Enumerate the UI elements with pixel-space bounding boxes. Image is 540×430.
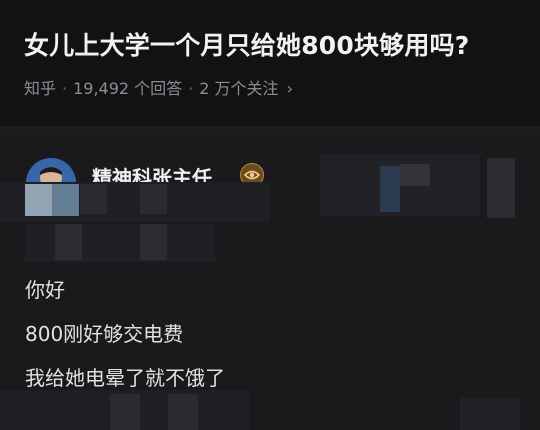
separator-dot: · — [188, 79, 194, 98]
mosaic-block — [400, 164, 430, 186]
follower-count: 2 万个关注 — [199, 79, 279, 98]
mosaic-block — [168, 394, 198, 430]
mosaic-block — [140, 184, 167, 214]
answer-card: 精神科张主任 你好 800刚好够交电费 我给她电晕了就不饿了 — [0, 136, 540, 430]
mosaic-block — [55, 224, 82, 260]
mosaic-block — [52, 184, 79, 216]
mosaic-block — [487, 158, 515, 218]
mosaic-block — [460, 398, 520, 430]
separator-dot: · — [62, 79, 68, 98]
mosaic-block — [140, 224, 167, 260]
mosaic-block — [80, 184, 107, 214]
answer-text-line: 你好 — [25, 278, 65, 302]
mosaic-block — [380, 166, 400, 212]
answer-count: 19,492 个回答 — [73, 79, 183, 98]
question-header: 女儿上大学一个月只给她800块够用吗? 知乎 · 19,492 个回答 · 2 万个关注… — [0, 0, 540, 126]
mosaic-block — [110, 394, 140, 430]
source-label: 知乎 — [24, 79, 57, 98]
answer-text-line: 我给她电晕了就不饿了 — [25, 366, 225, 390]
mosaic-block — [25, 224, 215, 262]
question-title[interactable]: 女儿上大学一个月只给她800块够用吗? — [24, 26, 470, 62]
section-divider — [0, 126, 540, 136]
answer-text-line: 800刚好够交电费 — [25, 322, 184, 346]
chevron-right-icon[interactable]: › — [287, 79, 293, 98]
question-meta[interactable]: 知乎 · 19,492 个回答 · 2 万个关注 › — [24, 75, 293, 99]
mosaic-block — [25, 184, 52, 216]
